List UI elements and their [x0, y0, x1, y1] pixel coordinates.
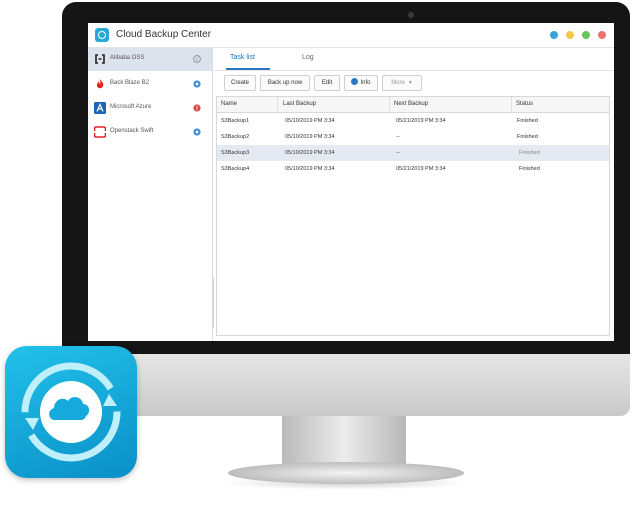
window-menu-dot-icon[interactable]	[550, 31, 558, 39]
ok-status-icon	[193, 128, 201, 136]
cell-name: S3Backup2	[221, 134, 250, 140]
azure-icon	[94, 102, 106, 114]
tab-bar: Task list Log	[214, 48, 614, 71]
cell-name: S3Backup4	[221, 166, 250, 172]
column-header-status[interactable]: Status	[516, 101, 533, 107]
monitor-stand-base	[228, 462, 464, 484]
cloud-backup-app-icon	[5, 346, 137, 478]
back-up-now-button[interactable]: Back up now	[260, 75, 310, 91]
error-status-icon	[193, 104, 201, 112]
more-dropdown[interactable]: More ▼	[382, 75, 422, 91]
tab-log[interactable]: Log	[302, 54, 314, 61]
column-header-next-backup[interactable]: Next Backup	[394, 101, 428, 107]
column-divider	[389, 97, 390, 112]
minimize-dot-icon[interactable]	[566, 31, 574, 39]
column-divider	[511, 97, 512, 112]
table-row[interactable]: S3Backup4 05/10/2019 PM 3:34 05/21/2019 …	[217, 161, 609, 177]
cell-next-backup: --	[396, 134, 400, 140]
title-bar: Cloud Backup Center	[88, 23, 614, 48]
webcam-dot	[408, 12, 414, 18]
info-label: Info	[360, 80, 371, 86]
cloud-sync-icon	[21, 362, 121, 462]
cell-next-backup: --	[396, 150, 400, 156]
cell-status: Finished	[519, 150, 540, 156]
sidebar-item-alibaba[interactable]: Alibaba OSS	[88, 48, 212, 71]
openstack-icon	[94, 126, 106, 138]
table-row[interactable]: S3Backup1 05/10/2019 PM 3:34 05/21/2019 …	[217, 113, 609, 129]
cell-status: Finished	[517, 118, 538, 124]
cell-next-backup: 05/21/2019 PM 3:34	[396, 166, 446, 172]
column-divider	[277, 97, 278, 112]
app-window: Cloud Backup Center Alibaba OSS Back Bla…	[88, 23, 614, 341]
monitor-chin	[62, 354, 630, 416]
info-status-icon	[193, 55, 201, 63]
monitor-stand-neck	[282, 416, 406, 464]
sidebar-item-label: Back Blaze B2	[110, 80, 150, 86]
sidebar-item-azure[interactable]: Microsoft Azure	[88, 97, 212, 120]
sidebar: Alibaba OSS Back Blaze B2 Microsoft Azur…	[88, 48, 213, 341]
main-panel: Task list Log Create Back up now Edit In…	[214, 48, 614, 341]
cell-next-backup: 05/21/2019 PM 3:34	[396, 118, 446, 124]
table-row[interactable]: S3Backup2 05/10/2019 PM 3:34 -- Finished	[217, 129, 609, 145]
sidebar-item-label: Microsoft Azure	[110, 104, 152, 110]
chevron-down-icon: ▼	[407, 80, 413, 86]
table-header: Name Last Backup Next Backup Status	[217, 97, 609, 113]
cell-status: Finished	[519, 166, 540, 172]
tab-task-list[interactable]: Task list	[230, 54, 255, 61]
cell-name: S3Backup3	[221, 150, 250, 156]
sidebar-item-openstack[interactable]: Openstack Swift	[88, 121, 212, 144]
cell-last-backup: 05/10/2019 PM 3:34	[285, 166, 335, 172]
cell-last-backup: 05/10/2019 PM 3:34	[285, 134, 335, 140]
close-dot-icon[interactable]	[598, 31, 606, 39]
task-table: Name Last Backup Next Backup Status S3Ba…	[216, 96, 610, 336]
ok-status-icon	[193, 80, 201, 88]
info-icon	[351, 78, 359, 85]
maximize-dot-icon[interactable]	[582, 31, 590, 39]
column-header-last-backup[interactable]: Last Backup	[283, 101, 316, 107]
create-button[interactable]: Create	[224, 75, 256, 91]
cell-last-backup: 05/10/2019 PM 3:34	[285, 118, 335, 124]
app-logo-icon	[95, 28, 109, 42]
backblaze-flame-icon	[96, 79, 104, 89]
info-button[interactable]: Info	[344, 75, 378, 91]
cell-last-backup: 05/10/2019 PM 3:34	[285, 150, 335, 156]
edit-button[interactable]: Edit	[314, 75, 340, 91]
sidebar-item-label: Openstack Swift	[110, 128, 154, 134]
alibaba-cloud-icon	[95, 54, 105, 64]
cell-status: Finished	[517, 134, 538, 140]
more-label: More	[391, 80, 405, 86]
sidebar-item-backblaze[interactable]: Back Blaze B2	[88, 73, 212, 96]
cell-name: S3Backup1	[221, 118, 250, 124]
window-title: Cloud Backup Center	[116, 29, 212, 40]
sidebar-item-label: Alibaba OSS	[110, 55, 145, 61]
column-header-name[interactable]: Name	[221, 101, 237, 107]
table-row-selected[interactable]: S3Backup3 05/10/2019 PM 3:34 -- Finished	[217, 145, 609, 161]
active-tab-indicator	[226, 68, 270, 70]
